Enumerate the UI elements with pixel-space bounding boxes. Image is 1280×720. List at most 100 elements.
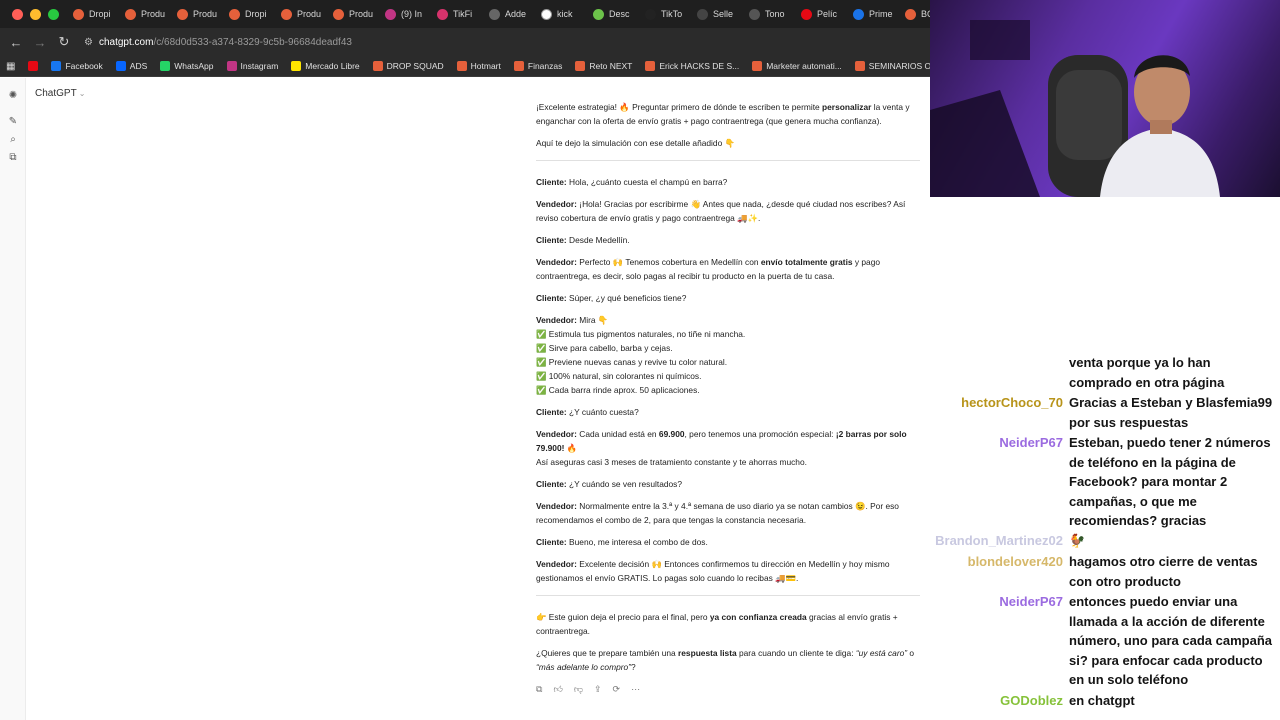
bookmark-item[interactable]: Facebook [51,61,103,71]
tab-label: TikFi [453,9,473,19]
minimize-window-button[interactable] [30,8,41,20]
bookmark-label: Marketer automati... [766,61,842,71]
whatsapp-icon [160,61,171,71]
model-name: ChatGPT [35,88,77,99]
site-settings-icon[interactable]: ⚙ [84,37,93,48]
browser-tab[interactable]: Produ [121,3,173,25]
url-field[interactable]: ⚙ chatgpt.com/c/68d0d533-a374-8329-9c5b-… [84,37,352,48]
bookmark-item[interactable]: Reto NEXT [575,61,632,71]
browser-tab[interactable]: BOF [901,3,930,25]
bookmark-item[interactable]: DROP SQUAD [372,61,444,71]
bookmark-item[interactable] [28,61,39,71]
apps-grid-icon[interactable]: ▦ [6,61,15,72]
thumbs-up-icon[interactable]: 👍︎ [553,682,562,696]
bookmark-item[interactable]: Marketer automati... [752,61,842,71]
bookmark-item[interactable]: WhatsApp [160,61,214,71]
bookmark-item[interactable]: Hotmart [456,61,501,71]
close-window-button[interactable] [12,8,23,20]
model-selector[interactable]: ChatGPT ⌄ [35,88,85,99]
tiktok-icon [645,8,656,20]
browser-tab[interactable]: Tono [745,3,797,25]
netflix-icon [28,61,39,71]
google-icon [541,8,552,20]
browser-tab[interactable]: kick [537,3,589,25]
regenerate-icon[interactable]: ⟳ [613,682,621,696]
copy-icon[interactable]: ⧉ [536,682,542,696]
play-icon [853,8,864,20]
browser-tab[interactable]: Pelíc [797,3,849,25]
stream-chat-text: 🐓 [1069,533,1086,548]
bookmark-item[interactable]: Instagram [226,61,279,71]
browser-tab[interactable]: Produ [329,3,381,25]
browser-tab[interactable]: Produ [277,3,329,25]
dialogue-line: Vendedor: Normalmente entre la 3.ª y 4.ª… [536,501,899,525]
browser-tab[interactable]: Adde [485,3,537,25]
intro-paragraph-2: Aquí te dejo la simulación con ese detal… [536,138,735,148]
address-bar: ← → ↻ ⚙ chatgpt.com/c/68d0d533-a374-8329… [0,28,930,56]
outro-paragraph: 👉 Este guion deja el precio para el fina… [536,612,898,636]
thumbs-down-icon[interactable]: 👎︎ [574,682,583,696]
tab-label: Selle [713,9,734,19]
maximize-window-button[interactable] [48,8,59,20]
dialogue-line: Cliente: Súper, ¿y qué beneficios tiene? [536,293,687,303]
tab-label: BOF [921,9,930,19]
stream-chat-username: hectorChoco_70 [961,395,1063,410]
stream-chat-text: hagamos otro cierre de ventas con otro p… [1069,554,1258,589]
new-chat-icon[interactable]: ✎ [0,112,26,130]
forward-arrow-icon[interactable]: → [28,35,52,50]
browser-tab[interactable]: TikFi [433,3,485,25]
library-icon[interactable]: ⧉ [0,148,26,166]
browser-tab[interactable]: Produ [173,3,225,25]
bookmark-label: Instagram [240,61,279,71]
message-actions: ⧉ 👍︎ 👎︎ ⇪ ⟳ ⋯ [536,682,920,696]
tab-label: Produ [193,9,218,19]
browser-tab[interactable]: Prime [849,3,901,25]
browser-tab[interactable]: TikTo [641,3,693,25]
instagram-icon [226,61,237,71]
browser-tab[interactable]: Selle [693,3,745,25]
bookmark-item[interactable]: Erick HACKS DE S... [645,61,739,71]
bookmark-list: Facebook ADS WhatsApp Instagram Mercado Libr… [28,61,930,71]
browser-tab[interactable]: Dropi [225,3,277,25]
bookmark-item[interactable]: Mercado Libre [291,61,360,71]
reload-icon[interactable]: ↻ [52,34,76,50]
dialogue-line: Cliente: ¿Y cuánto cuesta? [536,407,639,417]
search-icon[interactable]: ⌕ [0,130,26,148]
openai-logo-icon[interactable]: ✺ [0,86,26,104]
stream-chat-text: Esteban, puedo tener 2 números de teléfo… [1069,435,1271,528]
divider [536,595,920,596]
bookmark-label: WhatsApp [174,61,214,71]
tab-label: Dropi [245,9,267,19]
benefits-block: Vendedor: Mira 👇 ✅ Estimula tus pigmento… [536,313,920,397]
mercadolibre-icon [291,61,302,71]
tab-label: Adde [505,9,527,19]
tab-label: Prime [869,9,893,19]
dialogue-line: Vendedor: Excelente decisión 🙌 Entonces … [536,559,890,583]
tikfinity-icon [437,8,448,20]
bookmark-item[interactable]: SEMINARIOS ONLI... [854,61,930,71]
stream-chat-text: entonces puedo enviar una llamada a la a… [1069,594,1273,687]
tab-label: Produ [297,9,322,19]
bookmark-item[interactable]: ADS [115,61,147,71]
browser-tab[interactable]: Desc [589,3,641,25]
bookmark-label: SEMINARIOS ONLI... [868,61,930,71]
bookmark-item[interactable]: Finanzas [513,61,562,71]
assistant-message: ¡Excelente estrategia! 🔥 Preguntar prime… [536,100,920,696]
benefit-item: ✅ Estimula tus pigmentos naturales, no t… [536,329,746,339]
flame-icon [372,61,383,71]
browser-tab[interactable]: Dropi [69,3,121,25]
sidebar: ✺ ✎ ⌕ ⧉ [0,78,26,720]
dialogue-line: Cliente: Desde Medellín. [536,235,630,245]
circle-icon [333,8,344,20]
window-controls [0,8,69,20]
back-arrow-icon[interactable]: ← [4,35,28,50]
browser-tab[interactable]: (9) In [381,3,433,25]
puzzle-icon [489,8,500,20]
dialogue-line: Cliente: Hola, ¿cuánto cuesta el champú … [536,177,728,187]
outro-question: ¿Quieres que te prepare también una resp… [536,648,915,672]
more-icon[interactable]: ⋯ [631,682,640,696]
stream-chat-username: NeiderP67 [999,594,1063,609]
tab-label: Dropi [89,9,111,19]
share-icon[interactable]: ⇪ [594,682,602,696]
circle-icon [229,8,240,20]
